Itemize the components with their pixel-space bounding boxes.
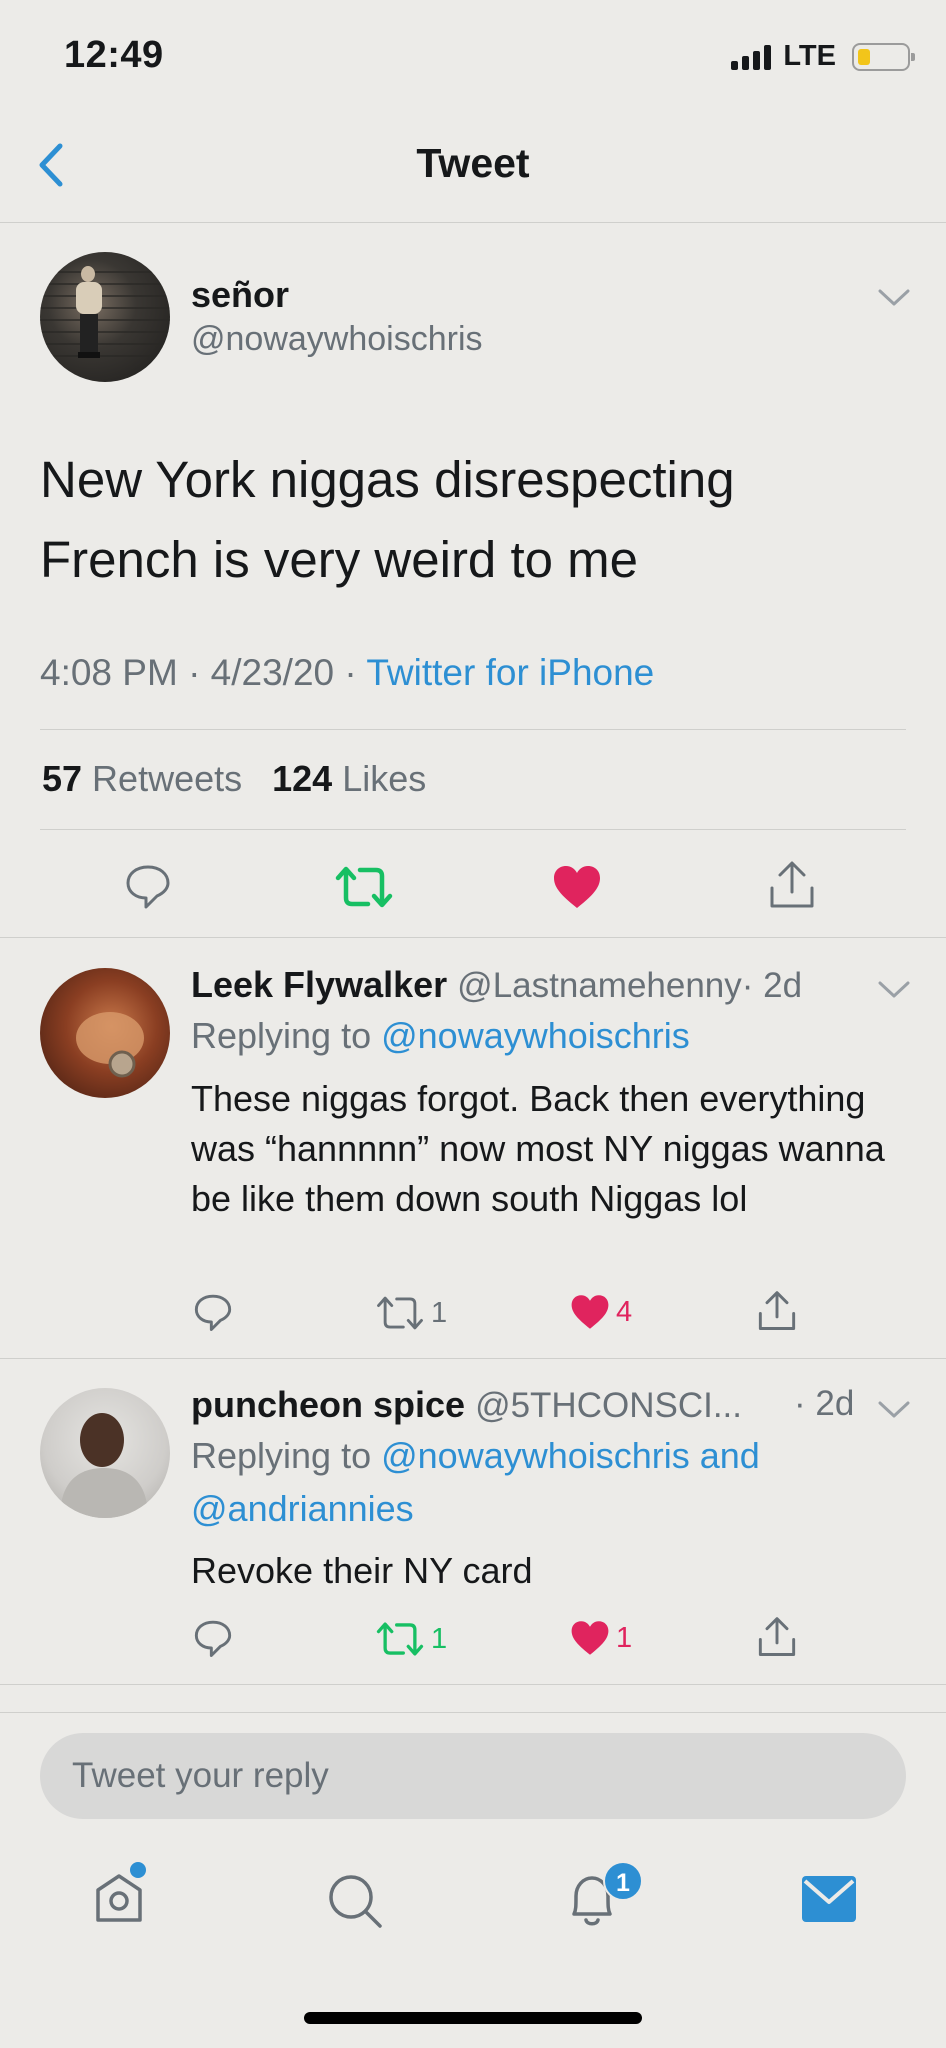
divider (0, 937, 946, 938)
reply-author-row: Leek Flywalker @Lastnamehenny· 2d (191, 964, 802, 1006)
replying-to-link[interactable]: @nowaywhoischris (381, 1015, 690, 1056)
author-handle[interactable]: @nowaywhoischris (191, 320, 483, 359)
retweet-action[interactable]: 1 (375, 1620, 447, 1658)
retweet-action[interactable]: 1 (375, 1294, 447, 1332)
reply-text: These niggas forgot. Back then everythin… (191, 1078, 885, 1219)
likes-stat[interactable]: 124 Likes (272, 758, 426, 799)
likes-count: 124 (272, 758, 333, 799)
reply-author-name[interactable]: puncheon spice (191, 1384, 465, 1425)
retweets-stat[interactable]: 57 Retweets (42, 758, 242, 799)
replying-to-prefix: Replying to (191, 1015, 382, 1056)
reply-avatar[interactable] (40, 968, 170, 1098)
reply-compose-placeholder: Tweet your reply (72, 1756, 329, 1795)
tweet-meta: 4:08 PM · 4/23/20 · Twitter for iPhone (40, 652, 654, 694)
retweets-label: Retweets (82, 758, 243, 799)
status-time: 12:49 (64, 34, 164, 76)
reply-author-handle[interactable]: @Lastnamehenny (457, 966, 742, 1005)
share-icon[interactable] (768, 860, 816, 910)
chevron-down-icon[interactable] (876, 285, 912, 309)
replying-to-continued: @andriannies (191, 1488, 414, 1530)
back-chevron-icon[interactable] (32, 140, 72, 190)
messages-icon[interactable] (802, 1876, 856, 1922)
like-action[interactable]: 4 (570, 1293, 632, 1331)
retweet-icon[interactable] (334, 864, 394, 910)
share-icon[interactable] (757, 1616, 797, 1658)
retweet-count: 1 (431, 1622, 448, 1655)
reply-author-row: puncheon spice @5THCONSCI... (191, 1384, 742, 1426)
replying-to: Replying to @nowaywhoischris and (191, 1435, 760, 1477)
divider (0, 222, 946, 223)
retweets-count: 57 (42, 758, 83, 799)
retweet-icon (376, 1622, 424, 1656)
author-name[interactable]: señor (191, 274, 289, 316)
reply-author-name[interactable]: Leek Flywalker (191, 964, 447, 1005)
chevron-down-icon[interactable] (876, 1397, 912, 1421)
reply-avatar[interactable] (40, 1388, 170, 1518)
reply-icon[interactable] (193, 1618, 233, 1658)
retweet-count: 1 (431, 1296, 448, 1329)
like-icon (571, 1295, 609, 1329)
like-icon[interactable] (552, 864, 602, 910)
home-indicator (304, 2012, 642, 2024)
replying-to-link[interactable]: @nowaywhoischris and (381, 1435, 760, 1476)
replying-to: Replying to @nowaywhoischris (191, 1015, 690, 1057)
home-icon[interactable] (92, 1870, 146, 1926)
notification-badge: 1 (603, 1861, 643, 1901)
network-label: LTE (783, 40, 836, 72)
replying-to-link[interactable]: @andriannies (191, 1488, 414, 1529)
reply-age: · 2d (794, 1384, 855, 1423)
share-icon[interactable] (757, 1290, 797, 1332)
divider (40, 829, 906, 830)
tweet-stats: 57 Retweets 124 Likes (42, 758, 426, 800)
page-title: Tweet (416, 140, 530, 186)
tweet-source-link[interactable]: Twitter for iPhone (366, 652, 654, 693)
reply-age: · 2d (741, 966, 803, 1005)
signal-icon (731, 44, 772, 70)
divider (40, 729, 906, 730)
like-count: 4 (616, 1295, 633, 1328)
replying-to-prefix: Replying to (191, 1435, 382, 1476)
tweet-timestamp: 4:08 PM · 4/23/20 · (40, 652, 367, 693)
reply-text: Revoke their NY card (191, 1550, 533, 1591)
home-unread-dot (130, 1862, 146, 1878)
reply-icon[interactable] (124, 862, 172, 910)
author-avatar[interactable] (40, 252, 170, 382)
retweet-icon (377, 1296, 423, 1330)
tweet-text: New York niggas disrespecting French is … (40, 451, 735, 588)
divider (0, 1712, 946, 1713)
reply-icon[interactable] (193, 1292, 233, 1332)
like-action[interactable]: 1 (570, 1619, 632, 1657)
search-icon[interactable] (326, 1872, 384, 1930)
likes-label: Likes (332, 758, 427, 799)
divider (0, 1684, 946, 1685)
like-icon (571, 1621, 609, 1655)
reply-author-handle[interactable]: @5THCONSCI... (475, 1386, 742, 1425)
status-indicators: LTE (731, 40, 915, 73)
divider (0, 1358, 946, 1359)
battery-icon (852, 42, 915, 71)
chevron-down-icon[interactable] (876, 977, 912, 1001)
like-count: 1 (616, 1621, 633, 1654)
